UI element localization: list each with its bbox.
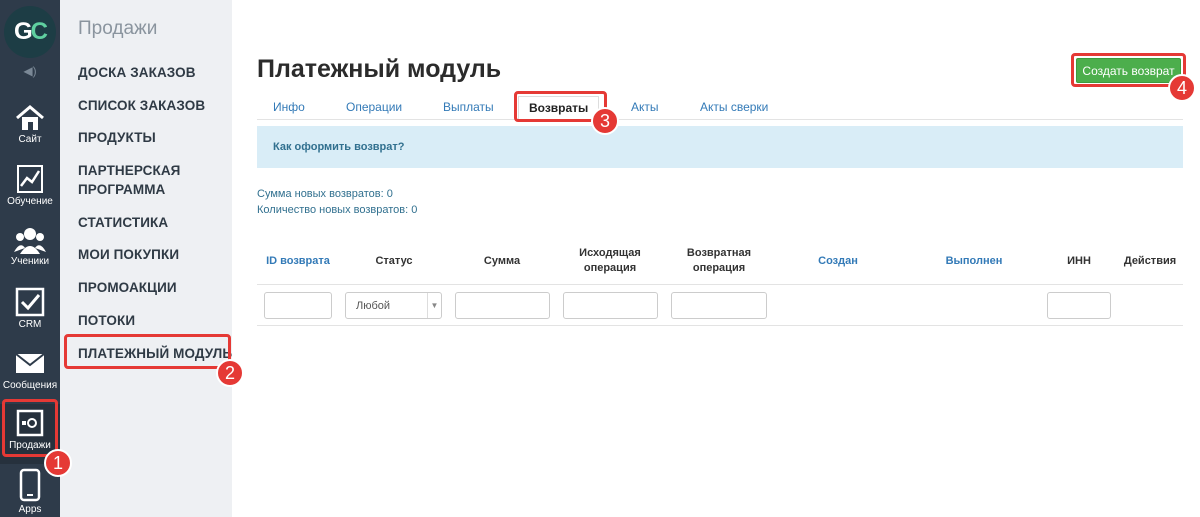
envelope-icon [15, 353, 45, 373]
speaker-icon[interactable]: ◀) [20, 64, 40, 80]
rail-item-messages[interactable]: Сообщения [0, 344, 60, 404]
submenu-title: Продажи [78, 18, 158, 39]
highlight-sales-rail [2, 399, 58, 457]
tab-payouts[interactable]: Выплаты [443, 100, 494, 114]
submenu-item-partner-program[interactable]: ПАРТНЕРСКАЯ ПРОГРАММА [78, 161, 228, 199]
submenu-item-streams[interactable]: ПОТОКИ [78, 311, 228, 330]
phone-icon [19, 468, 41, 502]
rail-item-students[interactable]: Ученики [0, 222, 60, 282]
th-refund-id[interactable]: ID возврата [262, 254, 334, 269]
page-title: Платежный модуль [257, 55, 502, 83]
filter-return-operation[interactable] [671, 292, 767, 319]
new-refunds-count: Количество новых возвратов: 0 [257, 204, 418, 216]
dropdown-arrow-icon: ▼ [427, 293, 441, 318]
submenu-item-my-purchases[interactable]: МОИ ПОКУПКИ [78, 245, 228, 264]
submenu-item-products[interactable]: ПРОДУКТЫ [78, 128, 228, 147]
rail-item-site[interactable]: Сайт [0, 100, 60, 160]
users-icon [14, 228, 46, 254]
highlight-payment-module [64, 334, 231, 369]
tab-operations[interactable]: Операции [346, 100, 402, 114]
filter-sum[interactable] [455, 292, 550, 319]
tab-acts[interactable]: Акты [631, 100, 659, 114]
step-badge-1: 1 [44, 449, 72, 477]
rail-item-crm[interactable]: CRM [0, 283, 60, 343]
new-refunds-sum: Сумма новых возвратов: 0 [257, 188, 393, 200]
step-badge-3: 3 [591, 107, 619, 135]
tab-info[interactable]: Инфо [273, 100, 305, 114]
th-outgoing-operation: Исходящая операция [579, 247, 641, 274]
submenu-item-orders-list[interactable]: СПИСОК ЗАКАЗОВ [78, 96, 228, 115]
chart-icon [17, 165, 43, 193]
home-icon [16, 105, 44, 130]
filter-status-select[interactable]: Любой ▼ [345, 292, 442, 319]
submenu-item-promotions[interactable]: ПРОМОАКЦИИ [78, 278, 228, 297]
th-sum: Сумма [483, 255, 521, 267]
th-status: Статус [375, 255, 413, 267]
app-root: GC ◀) Сайт Обучение Ученики CRM Сообщени… [0, 0, 1200, 517]
tab-bar: Инфо Операции Выплаты Возвраты Акты Акты… [257, 93, 1183, 120]
info-box: Как оформить возврат? [257, 126, 1183, 168]
step-badge-4: 4 [1168, 74, 1196, 102]
tab-reconciliation-acts[interactable]: Акты сверки [700, 100, 768, 114]
filter-refund-id[interactable] [264, 292, 332, 319]
filter-inn[interactable] [1047, 292, 1111, 319]
step-badge-2: 2 [216, 359, 244, 387]
submenu-item-orders-board[interactable]: ДОСКА ЗАКАЗОВ [78, 63, 228, 82]
th-created[interactable]: Создан [800, 254, 876, 269]
sales-submenu: Продажи ДОСКА ЗАКАЗОВ СПИСОК ЗАКАЗОВ ПРО… [60, 0, 232, 517]
filter-outgoing-operation[interactable] [563, 292, 658, 319]
th-return-operation: Возвратная операция [686, 247, 752, 274]
checkbox-icon [15, 287, 45, 317]
th-inn: ИНН [1067, 255, 1091, 267]
table-filter-divider [257, 325, 1183, 326]
table-header-divider [257, 284, 1183, 285]
getcourse-logo[interactable]: GC [4, 6, 56, 58]
th-done[interactable]: Выполнен [935, 254, 1013, 269]
how-to-refund-link[interactable]: Как оформить возврат? [273, 141, 405, 153]
rail-item-learning[interactable]: Обучение [0, 160, 60, 220]
submenu-item-statistics[interactable]: СТАТИСТИКА [78, 213, 228, 232]
th-actions: Действия [1123, 255, 1177, 267]
